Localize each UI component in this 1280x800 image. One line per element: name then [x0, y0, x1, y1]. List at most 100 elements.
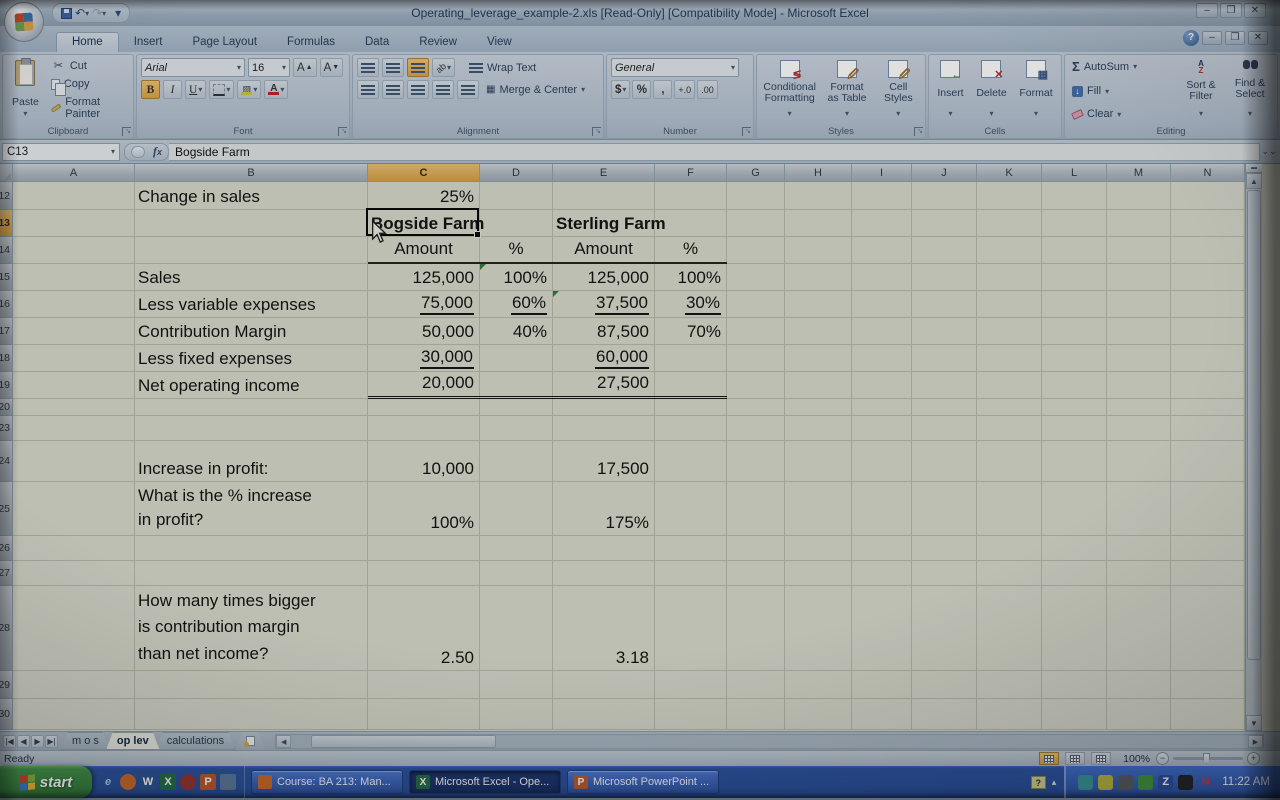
- cell-F16[interactable]: 30%: [655, 291, 727, 318]
- fill-button[interactable]: ↓Fill▾: [1069, 84, 1175, 98]
- scroll-down-button[interactable]: ▼: [1246, 715, 1262, 731]
- cell-E25[interactable]: 175%: [553, 482, 655, 536]
- find-select-button[interactable]: Find & Select▾: [1227, 58, 1273, 121]
- clipboard-dialog-launcher[interactable]: ↘: [122, 127, 131, 136]
- sheet-tab-calculations[interactable]: calculations: [156, 732, 235, 750]
- tray-icon-7[interactable]: N: [1198, 775, 1213, 790]
- shrink-font-button[interactable]: A▼: [320, 58, 344, 77]
- cell-F15[interactable]: 100%: [655, 264, 727, 291]
- sheet-tab-op-lev[interactable]: op lev: [106, 732, 160, 750]
- cell-C19[interactable]: 20,000: [368, 372, 480, 399]
- cell-B12[interactable]: Change in sales: [135, 182, 368, 210]
- row-header-30[interactable]: 30: [0, 699, 13, 730]
- tab-data[interactable]: Data: [350, 33, 404, 52]
- tray-icon-1[interactable]: [1078, 775, 1093, 790]
- font-dialog-launcher[interactable]: ↘: [338, 127, 347, 136]
- wrap-text-button[interactable]: Wrap Text: [466, 61, 539, 75]
- page-break-view-button[interactable]: [1091, 752, 1111, 765]
- underline-button[interactable]: U▾: [185, 80, 206, 99]
- number-format-select[interactable]: General▾: [611, 58, 739, 77]
- font-family-select[interactable]: Arial▾: [141, 58, 245, 77]
- column-header-B[interactable]: B: [135, 164, 368, 182]
- column-header-F[interactable]: F: [655, 164, 727, 182]
- zoom-slider[interactable]: [1173, 757, 1243, 760]
- cell-D14[interactable]: %: [480, 237, 553, 264]
- start-button[interactable]: start: [0, 766, 92, 798]
- row-header-16[interactable]: 16: [0, 291, 13, 318]
- column-header-A[interactable]: A: [13, 164, 135, 182]
- decrease-decimal-button[interactable]: .00: [697, 80, 718, 99]
- paste-button[interactable]: Paste▾: [7, 58, 44, 121]
- language-bar-icon[interactable]: ?: [1031, 776, 1046, 789]
- increase-indent-button[interactable]: [457, 80, 479, 99]
- cell-E28[interactable]: 3.18: [553, 586, 655, 671]
- hide-icons-chevron[interactable]: ▴: [1052, 777, 1057, 788]
- row-header-28[interactable]: 28: [0, 586, 13, 671]
- format-painter-button[interactable]: Format Painter: [48, 95, 129, 121]
- powerpoint-icon[interactable]: P: [200, 774, 216, 790]
- tray-icon-5[interactable]: Z: [1158, 775, 1173, 790]
- page-layout-view-button[interactable]: [1065, 752, 1085, 765]
- taskbar-button-microsoft-powerpoint-[interactable]: PMicrosoft PowerPoint ...: [567, 770, 719, 794]
- number-dialog-launcher[interactable]: ↘: [742, 127, 751, 136]
- previous-sheet-button[interactable]: ◀: [17, 735, 30, 748]
- zoom-slider-thumb[interactable]: [1203, 753, 1210, 764]
- row-header-13[interactable]: 13: [0, 210, 13, 237]
- tray-icon-6[interactable]: [1178, 775, 1193, 790]
- align-middle-button[interactable]: [382, 58, 404, 77]
- workbook-close-button[interactable]: ✕: [1248, 31, 1268, 45]
- sheet-tab-m-o-s[interactable]: m o s: [61, 732, 110, 750]
- zoom-level[interactable]: 100%: [1123, 753, 1150, 765]
- horizontal-scrollbar[interactable]: ◀ ▶: [275, 734, 1264, 749]
- minimize-button[interactable]: –: [1196, 3, 1218, 18]
- cell-F14[interactable]: %: [655, 237, 727, 264]
- cell-E14[interactable]: Amount: [553, 237, 655, 264]
- align-top-button[interactable]: [357, 58, 379, 77]
- cell-styles-button[interactable]: 🖉 Cell Styles▾: [876, 58, 920, 121]
- cell-E19[interactable]: 27,500: [553, 372, 655, 399]
- workbook-restore-button[interactable]: ❒: [1225, 31, 1245, 45]
- expand-formula-bar-button[interactable]: ⌄⌄: [1260, 143, 1278, 161]
- font-size-select[interactable]: 16▾: [248, 58, 290, 77]
- row-header-29[interactable]: 29: [0, 671, 13, 699]
- column-header-L[interactable]: L: [1042, 164, 1107, 182]
- row-header-25[interactable]: 25: [0, 482, 13, 536]
- column-header-I[interactable]: I: [852, 164, 912, 182]
- insert-cells-button[interactable]: ← Insert▾: [934, 58, 966, 121]
- scroll-left-button[interactable]: ◀: [276, 735, 291, 748]
- row-header-12[interactable]: 12: [0, 182, 13, 210]
- styles-dialog-launcher[interactable]: ↘: [914, 127, 923, 136]
- cell-B16[interactable]: Less variable expenses: [135, 291, 368, 318]
- cell-C18[interactable]: 30,000: [368, 345, 480, 372]
- cell-E16[interactable]: 37,500: [553, 291, 655, 318]
- conditional-formatting-button[interactable]: ≶ Conditional Formatting▾: [762, 58, 818, 121]
- split-handle[interactable]: ▬: [1246, 164, 1262, 173]
- row-header-26[interactable]: 26: [0, 536, 13, 561]
- column-header-G[interactable]: G: [727, 164, 785, 182]
- column-header-C[interactable]: C: [368, 164, 480, 182]
- horizontal-scroll-thumb[interactable]: [311, 735, 496, 748]
- cell-C16[interactable]: 75,000: [368, 291, 480, 318]
- cut-button[interactable]: ✂Cut: [48, 58, 129, 73]
- cell-C12[interactable]: 25%: [368, 182, 480, 210]
- autosum-button[interactable]: ΣAutoSum▾: [1069, 58, 1175, 75]
- workbook-minimize-button[interactable]: –: [1202, 31, 1222, 45]
- row-header-17[interactable]: 17: [0, 318, 13, 345]
- tray-icon-4[interactable]: [1138, 775, 1153, 790]
- cell-C24[interactable]: 10,000: [368, 441, 480, 482]
- align-right-button[interactable]: [407, 80, 429, 99]
- column-header-J[interactable]: J: [912, 164, 977, 182]
- italic-button[interactable]: I: [163, 80, 182, 99]
- cell-C15[interactable]: 125,000: [368, 264, 480, 291]
- taskbar-button-course-ba-213-man-[interactable]: Course: BA 213: Man...: [251, 770, 403, 794]
- tab-home[interactable]: Home: [56, 32, 119, 52]
- font-color-button[interactable]: A▾: [264, 80, 288, 99]
- cell-E13[interactable]: Sterling Farm: [553, 210, 655, 237]
- tray-icon-3[interactable]: [1118, 775, 1133, 790]
- app-icon[interactable]: [220, 774, 236, 790]
- insert-function-button[interactable]: fx: [153, 144, 162, 159]
- cell-F19[interactable]: [655, 372, 727, 399]
- align-left-button[interactable]: [357, 80, 379, 99]
- normal-view-button[interactable]: [1039, 752, 1059, 765]
- align-bottom-button[interactable]: [407, 58, 429, 77]
